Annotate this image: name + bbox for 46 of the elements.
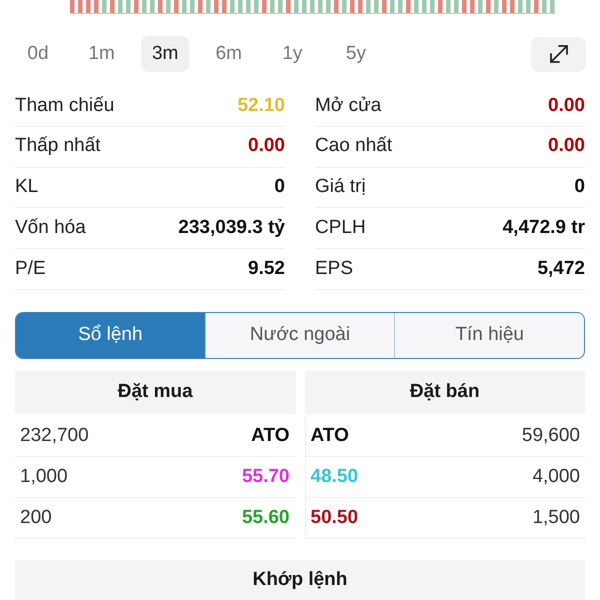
expand-button[interactable]	[531, 36, 586, 72]
section-tab[interactable]: Nước ngoài	[204, 312, 394, 358]
stat-label: Mở cửa	[315, 94, 382, 118]
ask-volume: 59,600	[522, 424, 580, 448]
ask-volume: 4,000	[532, 464, 580, 489]
stat-value: 0	[574, 175, 585, 200]
stat-label: P/E	[15, 256, 46, 281]
section-tab[interactable]: Sổ lệnh	[16, 312, 205, 358]
period-tab[interactable]: 0d	[14, 36, 62, 72]
period-tab[interactable]: 1m	[78, 36, 126, 72]
stat-label: Tham chiếu	[15, 94, 114, 118]
bid-price: ATO	[251, 424, 290, 448]
stat-value: 5,472	[537, 256, 585, 281]
stat-value: 0	[274, 175, 285, 200]
ask-volume: 1,500	[532, 506, 580, 530]
stat-value: 233,039.3 tỷ	[178, 216, 285, 240]
stat-label: CPLH	[315, 216, 366, 240]
stat-value: 4,472.9 tr	[502, 216, 585, 240]
stat-value: 0.00	[548, 94, 585, 118]
ask-price: 50.50	[310, 506, 358, 530]
bid-price: 55.70	[242, 464, 290, 489]
ask-price: 48.50	[310, 464, 358, 489]
stat-label: Giá trị	[315, 175, 366, 200]
period-tab[interactable]: 6m	[204, 36, 253, 72]
stat-value: 9.52	[248, 256, 285, 281]
stat-label: Thấp nhất	[15, 134, 101, 158]
bid-column-header: Đặt mua	[15, 370, 296, 414]
expand-icon	[548, 44, 568, 64]
stat-label: EPS	[315, 256, 354, 281]
period-tab[interactable]: 1y	[268, 36, 316, 72]
bid-volume: 200	[20, 506, 52, 530]
period-tab[interactable]: 3m	[141, 36, 190, 72]
ask-column-header: Đặt bán	[304, 370, 585, 414]
stat-label: Cao nhất	[315, 134, 392, 158]
stat-label: KL	[15, 175, 38, 200]
period-tab[interactable]: 5y	[332, 36, 380, 72]
section-tab[interactable]: Tín hiệu	[394, 312, 584, 358]
stat-value: 0.00	[548, 134, 585, 158]
stat-label: Vốn hóa	[15, 216, 86, 240]
ask-price: ATO	[310, 424, 349, 448]
matched-orders-header: Khớp lệnh	[15, 560, 585, 600]
bid-volume: 1,000	[20, 464, 68, 489]
stat-value: 52.10	[237, 94, 285, 118]
stat-value: 0.00	[248, 134, 285, 158]
bid-volume: 232,700	[20, 424, 89, 448]
bid-price: 55.60	[242, 506, 290, 530]
